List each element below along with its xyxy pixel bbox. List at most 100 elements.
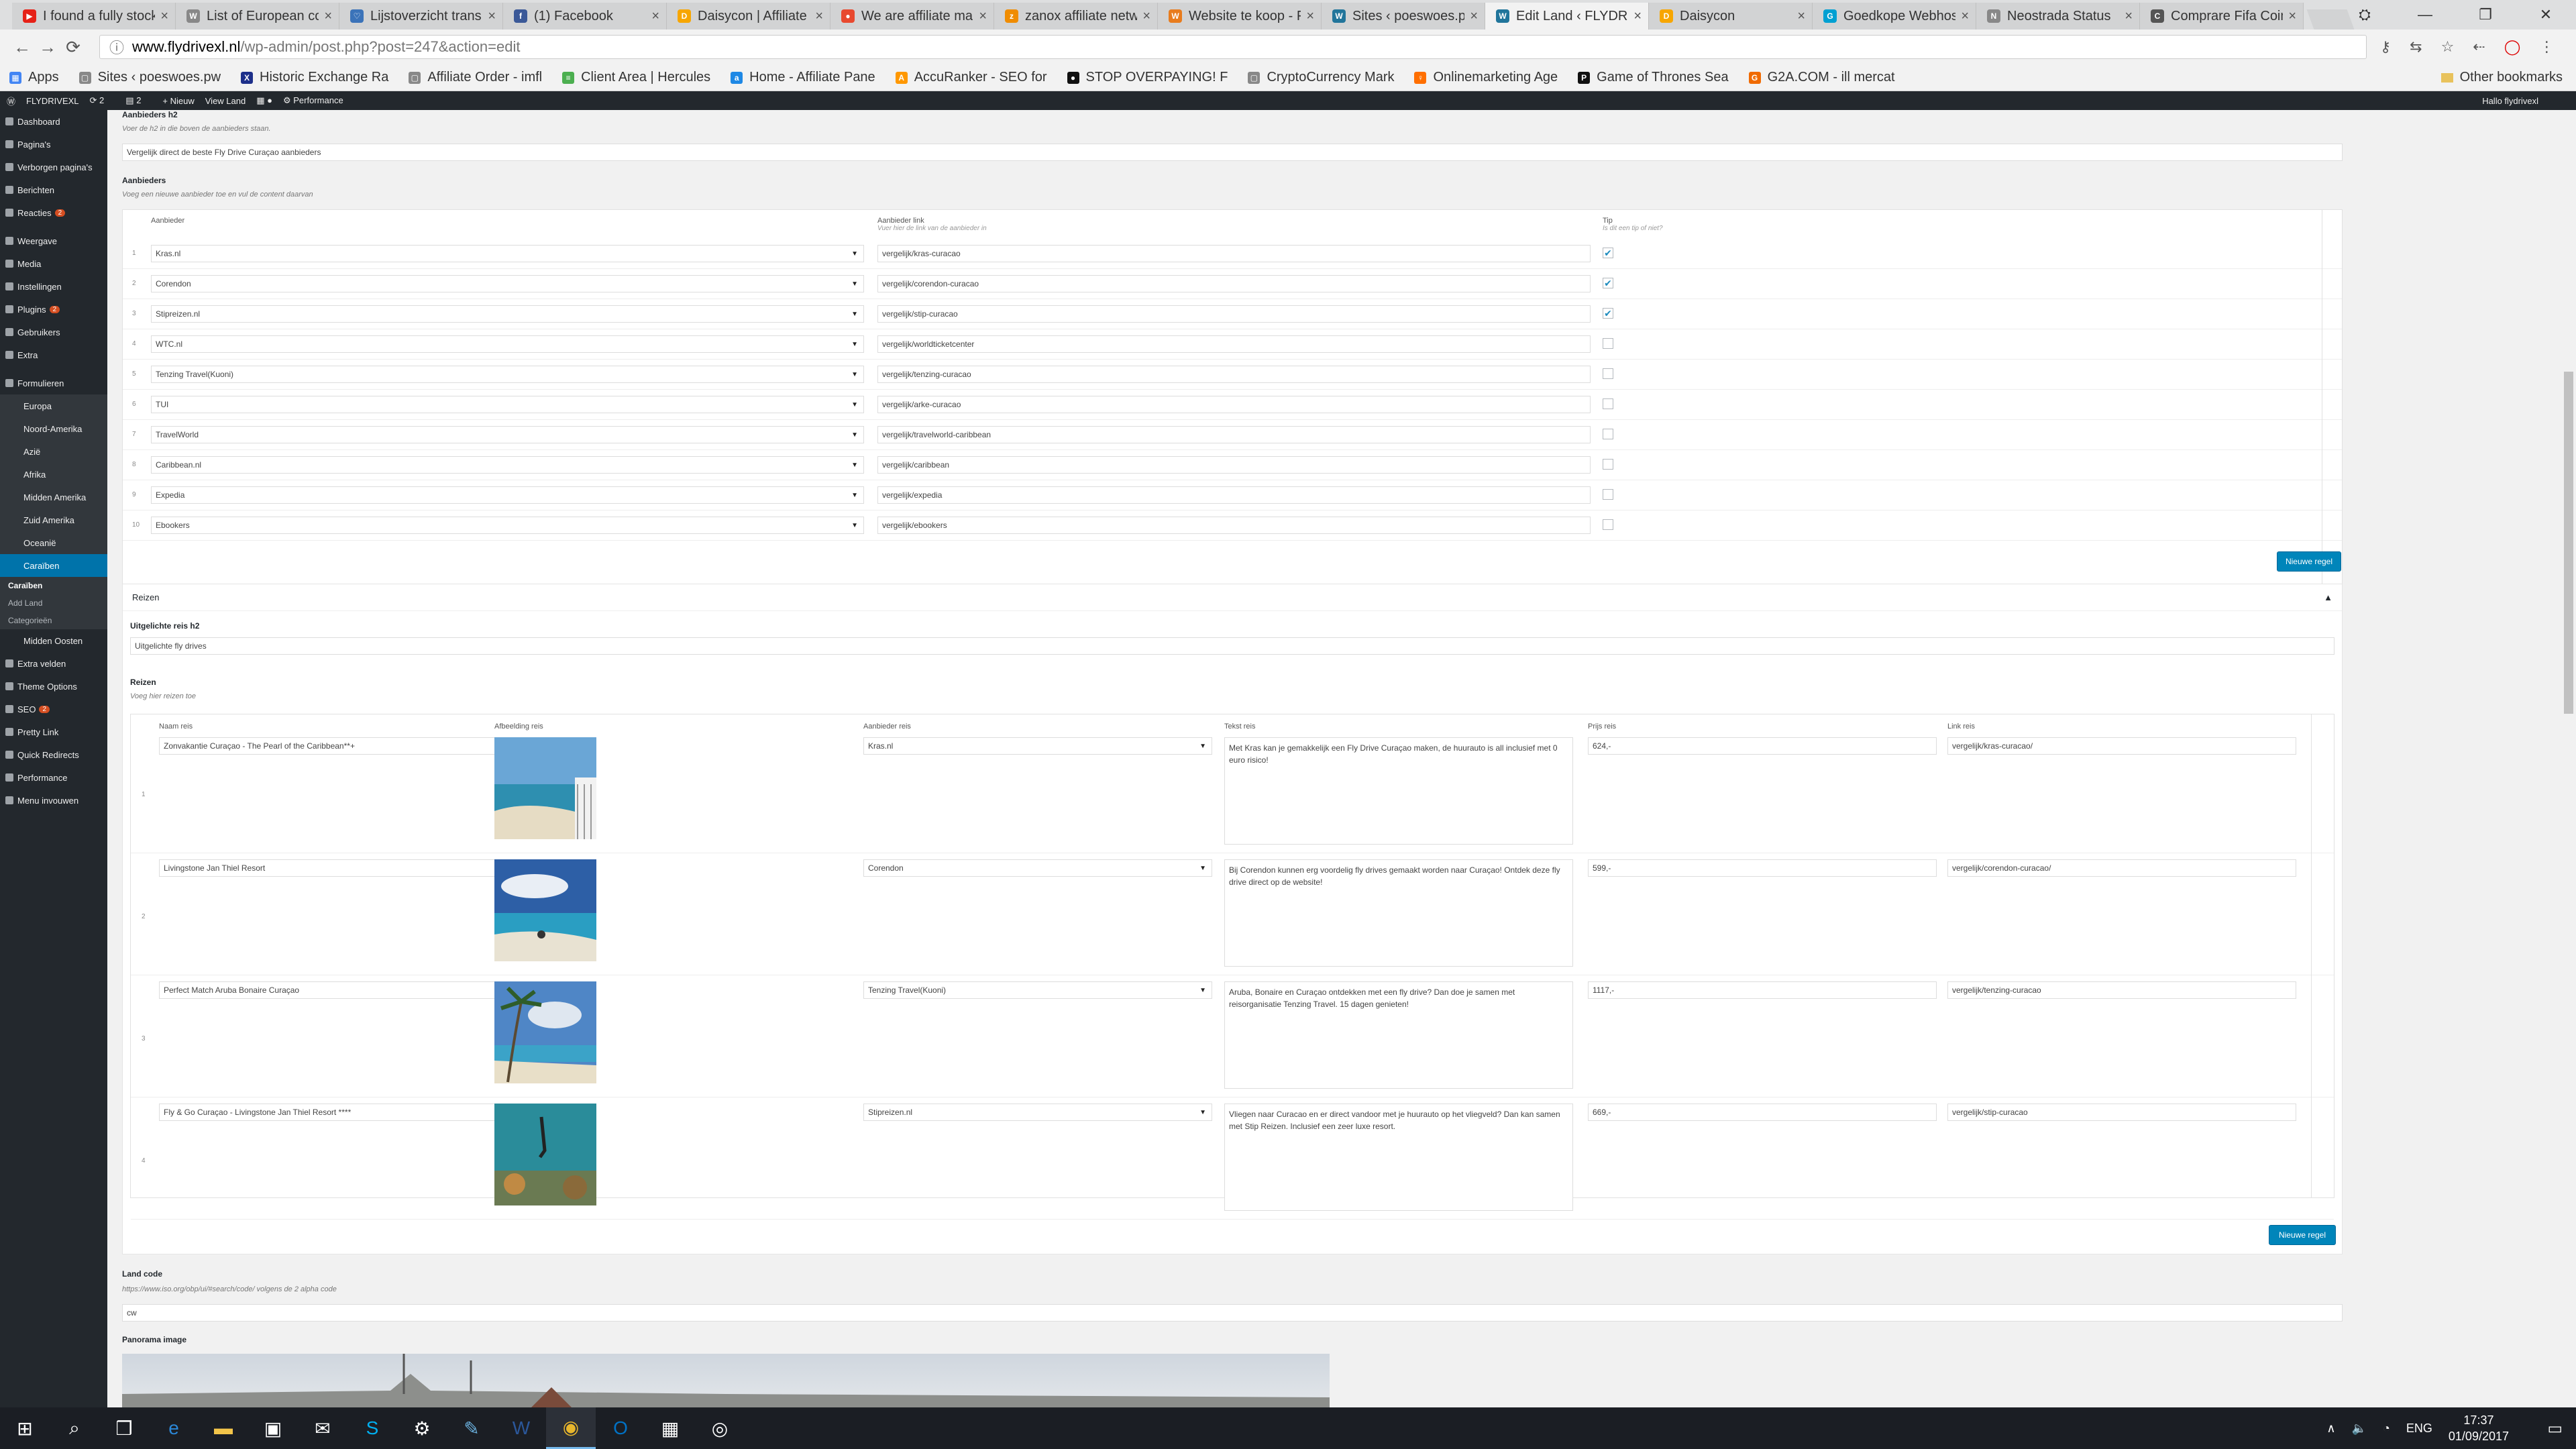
browser-tab[interactable]: ● We are affiliate ma ×	[830, 3, 994, 30]
tip-checkbox[interactable]	[1603, 519, 1613, 530]
menu-icon[interactable]: ⋮	[2539, 38, 2554, 56]
bookmark-item[interactable]: G G2A.COM - ill mercat	[1748, 70, 1895, 85]
sidebar-submenu-item[interactable]: Categorieën	[0, 612, 107, 629]
add-reis-button[interactable]: Nieuwe regel	[2269, 1225, 2336, 1245]
tip-checkbox[interactable]	[1603, 459, 1613, 470]
mail-icon[interactable]: ✉	[298, 1407, 347, 1449]
bookmark-item[interactable]: ♀ Onlinemarketing Age	[1414, 70, 1558, 85]
aanbieder-link-input[interactable]: vergelijk/caribbean	[877, 456, 1591, 474]
aanbieder-link-input[interactable]: vergelijk/ebookers	[877, 517, 1591, 534]
edge-icon[interactable]: e	[149, 1407, 199, 1449]
app-icon[interactable]: ◎	[695, 1407, 745, 1449]
store-icon[interactable]: ▣	[248, 1407, 298, 1449]
prijs-reis-input[interactable]: 599,-	[1588, 859, 1937, 877]
clock[interactable]: 17:37 01/09/2017	[2449, 1412, 2509, 1444]
reizen-box-header[interactable]: Reizen ▲	[123, 584, 2342, 611]
maximize-button[interactable]: ❐	[2455, 6, 2516, 23]
back-icon[interactable]: ←	[9, 37, 35, 58]
naam-reis-input[interactable]: Livingstone Jan Thiel Resort	[159, 859, 504, 877]
site-name[interactable]: FLYDRIVEXL	[26, 96, 79, 106]
bookmark-item[interactable]: ▦ Apps	[9, 70, 59, 85]
link-reis-input[interactable]: vergelijk/tenzing-curacao	[1947, 981, 2296, 999]
aanbieder-select[interactable]: Kras.nl	[151, 245, 864, 262]
tip-checkbox[interactable]	[1603, 398, 1613, 409]
browser-tab[interactable]: W Sites ‹ poeswoes.p ×	[1322, 3, 1485, 30]
naam-reis-input[interactable]: Zonvakantie Curaçao - The Pearl of the C…	[159, 737, 504, 755]
browser-tab[interactable]: W Website te koop - F ×	[1158, 3, 1322, 30]
browser-tab[interactable]: D Daisycon | Affiliate ×	[667, 3, 830, 30]
browser-tab[interactable]: ▶ I found a fully stock ×	[12, 3, 176, 30]
sidebar-item[interactable]: Weergave	[0, 229, 107, 252]
scrollbar-thumb[interactable]	[2564, 372, 2573, 714]
steam-icon[interactable]: ⚙	[397, 1407, 447, 1449]
tab-close-icon[interactable]: ×	[1470, 9, 1478, 24]
browser-tab[interactable]: f (1) Facebook ×	[503, 3, 667, 30]
bookmark-item[interactable]: ● STOP OVERPAYING! F	[1067, 70, 1228, 85]
tab-close-icon[interactable]: ×	[160, 9, 168, 24]
tip-checkbox[interactable]	[1603, 338, 1613, 349]
link-reis-input[interactable]: vergelijk/corendon-curacao/	[1947, 859, 2296, 877]
collapse-icon[interactable]: ▲	[2324, 592, 2332, 602]
tab-close-icon[interactable]: ×	[1961, 9, 1969, 24]
sidebar-region-item[interactable]: Midden Amerika	[0, 486, 107, 508]
notifications-icon[interactable]: ▭	[2547, 1419, 2563, 1438]
language-indicator[interactable]: ENG	[2406, 1421, 2432, 1436]
bookmark-item[interactable]: ≡ Client Area | Hercules	[562, 70, 710, 85]
info-icon[interactable]: ⓘ	[109, 36, 124, 58]
network-icon[interactable]: ◔	[2383, 1421, 2390, 1436]
page-scrollbar[interactable]	[2561, 110, 2576, 1407]
land-code-input[interactable]: cw	[122, 1304, 2343, 1322]
browser-tab[interactable]: D Daisycon ×	[1649, 3, 1813, 30]
minimize-button[interactable]: —	[2395, 6, 2455, 23]
browser-tab[interactable]: N Neostrada Status ×	[1976, 3, 2140, 30]
sidebar-item[interactable]: Berichten	[0, 178, 107, 201]
aanbieder-reis-select[interactable]: Tenzing Travel(Kuoni)	[863, 981, 1212, 999]
key-icon[interactable]: ⚷	[2380, 38, 2391, 56]
stats-icon[interactable]: ▦ ●	[256, 95, 272, 106]
bookmark-item[interactable]: a Home - Affiliate Pane	[731, 70, 875, 85]
outlook-icon[interactable]: O	[596, 1407, 645, 1449]
search-icon[interactable]: ⌕	[50, 1407, 99, 1449]
bookmark-item[interactable]: A AccuRanker - SEO for	[895, 70, 1047, 85]
aanbieder-reis-select[interactable]: Stipreizen.nl	[863, 1104, 1212, 1121]
tray-chevron-icon[interactable]: ∧	[2326, 1421, 2335, 1436]
aanbieder-link-input[interactable]: vergelijk/tenzing-curacao	[877, 366, 1591, 383]
sidebar-region-item[interactable]: Zuid Amerika	[0, 508, 107, 531]
sidebar-item[interactable]: Pagina's	[0, 133, 107, 156]
tab-close-icon[interactable]: ×	[1797, 9, 1805, 24]
aanbieder-link-input[interactable]: vergelijk/stip-curacao	[877, 305, 1591, 323]
tip-checkbox[interactable]: ✔	[1603, 278, 1613, 288]
explorer-icon[interactable]: ▬	[199, 1407, 248, 1449]
sidebar-item[interactable]: Extra	[0, 343, 107, 366]
profile-icon[interactable]: ⛭	[2334, 6, 2395, 23]
notepad-icon[interactable]: ✎	[447, 1407, 496, 1449]
aanbieder-select[interactable]: TUI	[151, 396, 864, 413]
link-reis-input[interactable]: vergelijk/stip-curacao	[1947, 1104, 2296, 1121]
aanbieder-select[interactable]: WTC.nl	[151, 335, 864, 353]
tekst-reis-textarea[interactable]: Aruba, Bonaire en Curaçao ontdekken met …	[1224, 981, 1573, 1089]
tab-close-icon[interactable]: ×	[651, 9, 659, 24]
sidebar-region-item[interactable]: Oceanië	[0, 531, 107, 554]
prijs-reis-input[interactable]: 669,-	[1588, 1104, 1937, 1121]
bookmark-item[interactable]: ▢ CryptoCurrency Mark	[1248, 70, 1394, 85]
extension-icon[interactable]: ⇠	[2473, 38, 2485, 56]
sidebar-item[interactable]: Verborgen pagina's	[0, 156, 107, 178]
reis-image[interactable]	[494, 737, 596, 839]
aanbieder-link-input[interactable]: vergelijk/kras-curacao	[877, 245, 1591, 262]
aanbieder-select[interactable]: Ebookers	[151, 517, 864, 534]
sidebar-item[interactable]: Menu invouwen	[0, 789, 107, 812]
sidebar-item[interactable]: Extra velden	[0, 652, 107, 675]
chrome-icon[interactable]: ◉	[546, 1407, 596, 1449]
bookmark-item[interactable]: ▢ Affiliate Order - imfl	[409, 70, 542, 85]
aanbieder-select[interactable]: Expedia	[151, 486, 864, 504]
bookmark-item[interactable]: X Historic Exchange Ra	[241, 70, 388, 85]
aanbieder-reis-select[interactable]: Corendon	[863, 859, 1212, 877]
aanbieder-select[interactable]: TravelWorld	[151, 426, 864, 443]
tab-close-icon[interactable]: ×	[815, 9, 823, 24]
sidebar-submenu-item[interactable]: Caraïben	[0, 577, 107, 594]
tab-close-icon[interactable]: ×	[2125, 9, 2133, 24]
browser-tab[interactable]: z zanox affiliate netw ×	[994, 3, 1158, 30]
reis-image[interactable]	[494, 859, 596, 961]
browser-tab[interactable]: G Goedkope Webhos ×	[1813, 3, 1976, 30]
calculator-icon[interactable]: ▦	[645, 1407, 695, 1449]
